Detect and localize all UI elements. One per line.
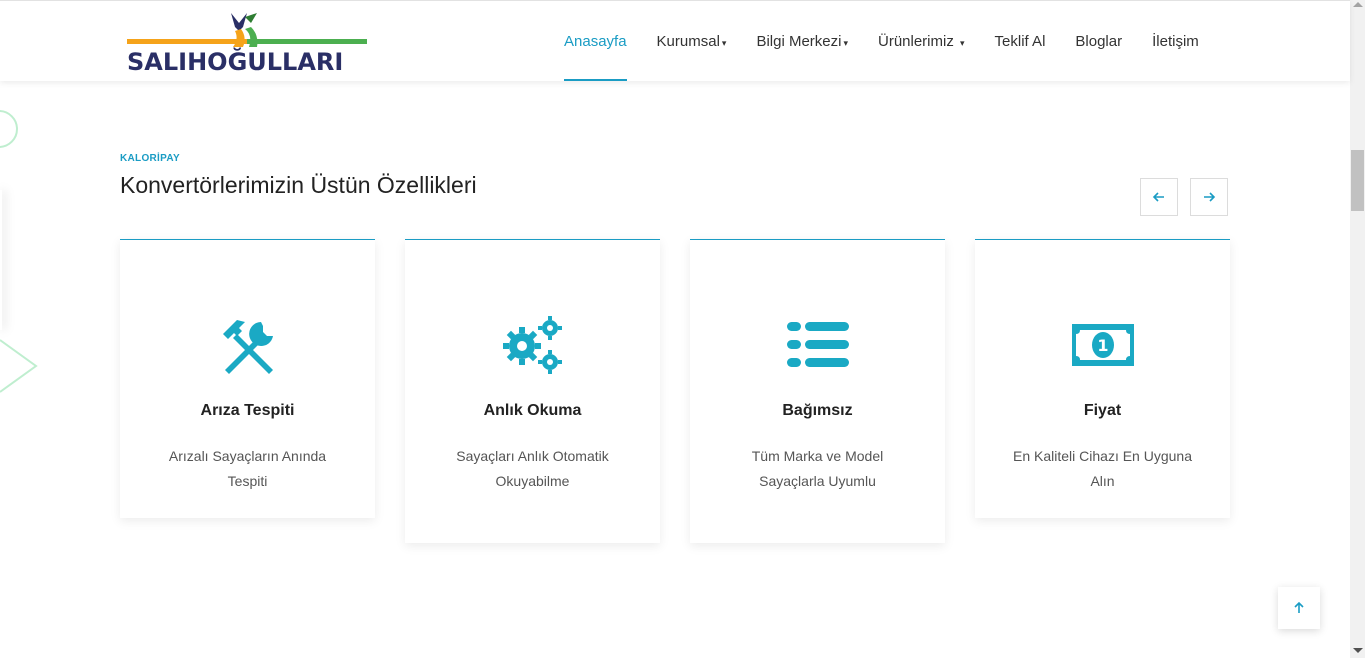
banknote-icon: 1: [1071, 324, 1134, 366]
nav-label: Teklif Al: [994, 33, 1046, 50]
card-description: En Kaliteli Cihazı En Uyguna Alın: [1013, 448, 1192, 489]
brand-logo[interactable]: SALIHOĞULLARI: [127, 9, 369, 76]
card-title: Anlık Okuma: [483, 402, 582, 419]
caret-down-icon: ▾: [721, 38, 727, 48]
card-title: Fiyat: [1083, 402, 1122, 419]
scrollbar-thumb[interactable]: [1351, 150, 1364, 211]
card-title: Arıza Tespiti: [200, 402, 295, 419]
caret-down-icon: ▾: [960, 38, 965, 48]
feature-card[interactable]: Anlık Okuma Sayaçları Anlık Otomatik Oku…: [405, 239, 660, 543]
nav-label: Bloglar: [1075, 33, 1123, 50]
card-description: Sayaçları Anlık Otomatik Okuyabilme: [456, 448, 609, 489]
nav-urunlerimiz[interactable]: Ürünlerimiz ▾: [878, 1, 965, 81]
decorative-circle: [0, 110, 18, 148]
svg-text:1: 1: [1097, 336, 1108, 355]
carousel-next-button[interactable]: [1190, 178, 1228, 216]
card-description: Arızalı Sayaçların Anında Tespiti: [168, 448, 327, 489]
card-title: Bağımsız: [782, 402, 853, 419]
nav-teklif-al[interactable]: Teklif Al: [995, 1, 1046, 81]
main-nav: Anasayfa Kurumsal ▾ Bilgi Merkezi ▾ Ürünle…: [564, 1, 1229, 81]
card-description: Tüm Marka ve Model Sayaçlarla Uyumlu: [751, 448, 884, 489]
back-to-top-button[interactable]: [1278, 587, 1320, 629]
header: SALIHOĞULLARI Anasayfa Kurumsal ▾ Bilgi M…: [0, 0, 1350, 81]
section-title: Konvertörlerimizin Üstün Özellikleri: [120, 172, 477, 198]
page-scrollbar[interactable]: [1350, 0, 1365, 658]
nav-bloglar[interactable]: Bloglar: [1075, 1, 1122, 81]
feature-card[interactable]: 1 Fiyat En Kaliteli Cihazı En Uyguna Alı…: [975, 239, 1230, 518]
nav-bilgi-merkezi[interactable]: Bilgi Merkezi ▾: [756, 1, 848, 81]
decorative-triangle: [0, 339, 38, 393]
nav-label: İletişim: [1152, 33, 1199, 50]
arrow-left-icon: [1152, 192, 1164, 202]
nav-label: Kurumsal: [656, 33, 720, 50]
arrow-up-icon: [1294, 601, 1304, 613]
list-icon: [786, 322, 849, 367]
nav-label: Bilgi Merkezi: [756, 33, 842, 50]
scroll-up-icon[interactable]: [1353, 2, 1363, 7]
feature-card[interactable]: Arıza Tespiti Arızalı Sayaçların Anında …: [120, 239, 375, 518]
nav-anasayfa[interactable]: Anasayfa: [564, 1, 627, 81]
nav-label: Ürünlerimiz: [878, 33, 954, 50]
decorative-shadow: [0, 190, 2, 330]
section-kicker: KALORİPAY: [120, 153, 180, 164]
brand-logo-text: SALIHOĞULLARI: [127, 46, 343, 75]
tools-icon: [222, 320, 273, 374]
nav-label: Anasayfa: [564, 33, 627, 50]
arrow-right-icon: [1204, 192, 1216, 202]
scroll-down-icon[interactable]: [1353, 648, 1363, 653]
caret-down-icon: ▾: [843, 38, 848, 48]
carousel-prev-button[interactable]: [1140, 178, 1178, 216]
nav-iletisim[interactable]: İletişim: [1152, 1, 1199, 81]
gears-icon: [502, 316, 562, 374]
feature-card[interactable]: Bağımsız Tüm Marka ve Model Sayaçlarla U…: [690, 239, 945, 543]
nav-kurumsal[interactable]: Kurumsal ▾: [657, 1, 727, 81]
